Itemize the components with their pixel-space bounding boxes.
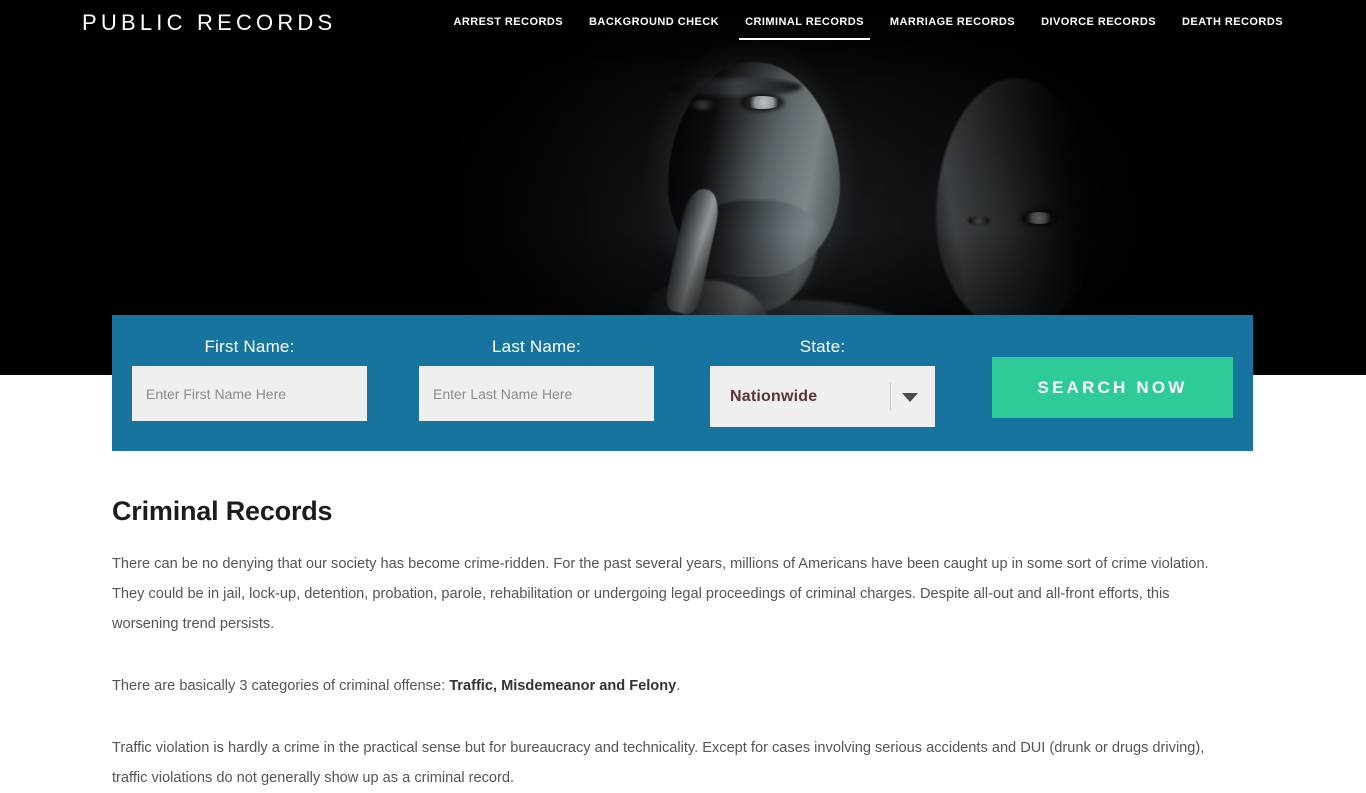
page-title: Criminal Records	[112, 496, 333, 526]
nav-item-death-records[interactable]: DEATH RECORDS	[1169, 0, 1296, 45]
intro-paragraph: There can be no denying that our society…	[112, 556, 1209, 632]
last-name-label: Last Name:	[492, 337, 581, 356]
nav-item-criminal-records[interactable]: CRIMINAL RECORDS	[732, 0, 877, 45]
last-name-field-group: Last Name:	[419, 315, 654, 421]
chevron-down-icon	[902, 393, 918, 402]
nav-item-arrest-records[interactable]: ARREST RECORDS	[440, 0, 576, 45]
first-name-label: First Name:	[204, 337, 295, 356]
main-content: Criminal Records There can be no denying…	[0, 451, 1366, 793]
categories-paragraph: There are basically 3 categories of crim…	[112, 671, 1236, 701]
traffic-paragraph: Traffic violation is hardly a crime in t…	[112, 740, 1205, 786]
record-search-panel: First Name: Last Name: State: Nationwide…	[112, 315, 1253, 451]
first-name-input[interactable]	[132, 366, 367, 421]
state-select-divider	[890, 383, 891, 410]
nav-item-divorce-records[interactable]: DIVORCE RECORDS	[1028, 0, 1169, 45]
last-name-input[interactable]	[419, 366, 654, 421]
categories-paragraph-suffix: .	[676, 678, 681, 694]
site-logo[interactable]: PUBLIC RECORDS	[82, 10, 336, 36]
top-navigation-bar: PUBLIC RECORDS ARREST RECORDS BACKGROUND…	[0, 0, 1366, 45]
state-select[interactable]: Nationwide	[710, 366, 935, 427]
state-label: State:	[799, 337, 846, 356]
state-field-group: State: Nationwide	[710, 315, 935, 427]
categories-paragraph-emphasis: Traffic, Misdemeanor and Felony	[449, 678, 677, 694]
state-select-value: Nationwide	[730, 387, 818, 405]
main-nav: ARREST RECORDS BACKGROUND CHECK CRIMINAL…	[440, 0, 1296, 45]
first-name-field-group: First Name:	[132, 315, 367, 421]
search-now-button[interactable]: SEARCH NOW	[992, 357, 1233, 418]
categories-paragraph-prefix: There are basically 3 categories of crim…	[112, 678, 450, 694]
nav-item-background-check[interactable]: BACKGROUND CHECK	[576, 0, 732, 45]
nav-item-marriage-records[interactable]: MARRIAGE RECORDS	[877, 0, 1028, 45]
